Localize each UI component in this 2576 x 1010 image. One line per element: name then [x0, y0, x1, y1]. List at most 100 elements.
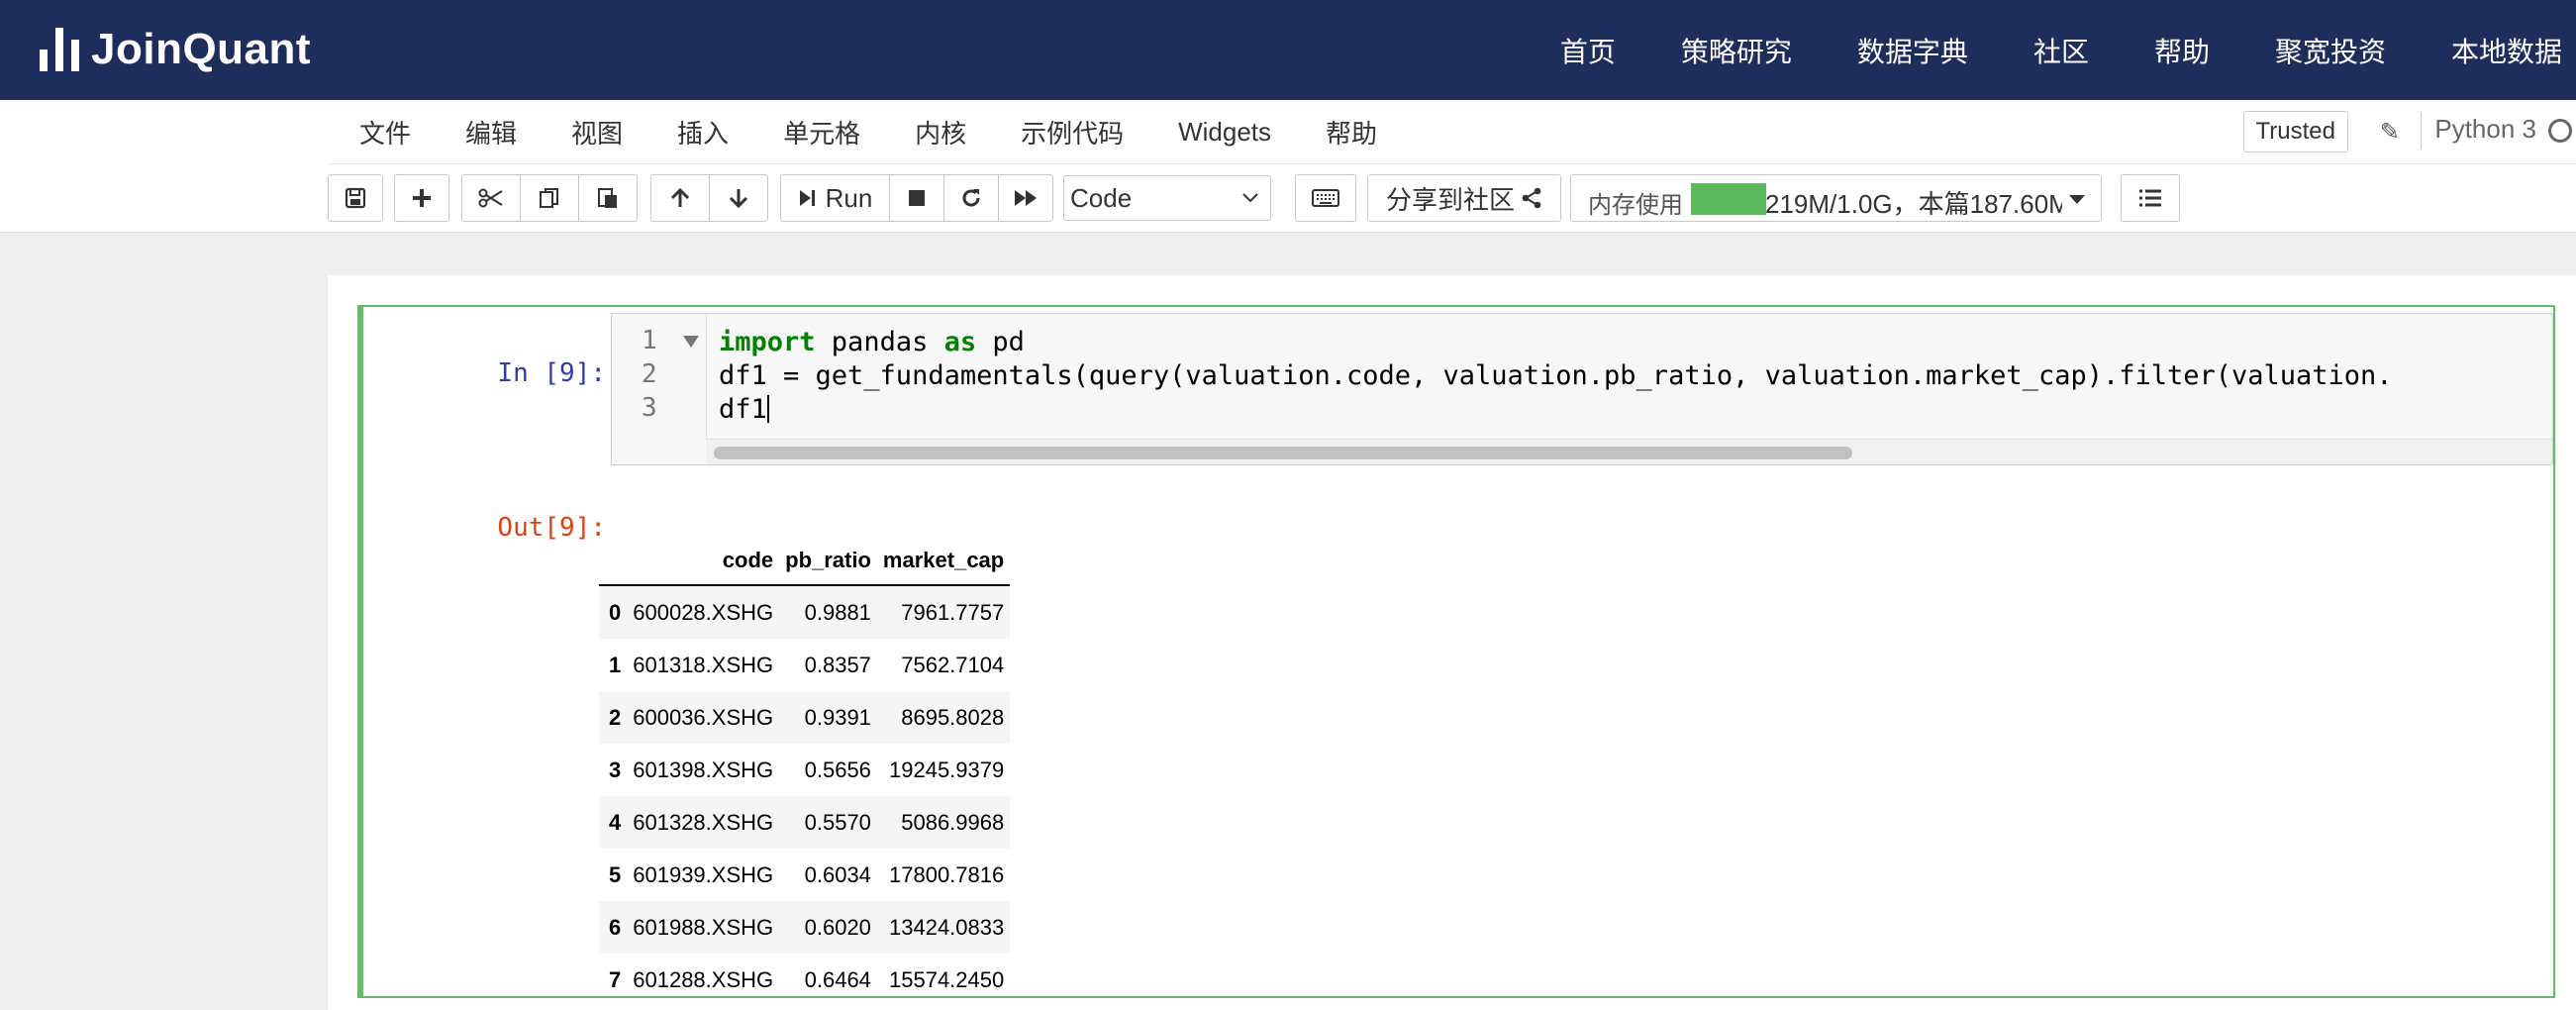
row-index: 0 [609, 599, 622, 625]
row-index: 3 [609, 757, 622, 782]
output-prompt: Out[9]: [497, 513, 606, 543]
share-to-community-button[interactable]: 分享到社区 [1367, 174, 1561, 222]
cell-market-cap: 5086.9968 [901, 809, 1005, 835]
row-index: 2 [609, 704, 622, 730]
arrow-down-icon [729, 189, 748, 209]
cell-market-cap: 17800.7816 [889, 861, 1005, 887]
horizontal-scrollbar[interactable] [706, 439, 2552, 464]
code-keyword: as [943, 327, 977, 357]
edit-pencil-icon[interactable]: ✎ [2380, 118, 2400, 147]
cell-code: 601939.XSHG [633, 861, 774, 887]
copy-icon [540, 188, 558, 208]
cell-pb-ratio: 0.9391 [804, 704, 871, 730]
table-row: 2 600036.XSHG 0.9391 8695.8028 [599, 691, 1011, 744]
table-row: 7 601288.XSHG 0.6464 15574.2450 [599, 954, 1010, 1006]
paste-button[interactable] [578, 174, 638, 222]
menu-row: 文件 编辑 视图 插入 单元格 内核 示例代码 Widgets 帮助 Trust… [330, 100, 2576, 164]
code-text[interactable]: import pandas as pd df1 = get_fundamenta… [719, 326, 2393, 427]
nav-local-data[interactable]: 本地数据 [2451, 31, 2562, 70]
move-up-button[interactable] [650, 174, 710, 222]
notebook-container: In [9]: 1 2 3 import pandas as pd df1 = … [328, 275, 2576, 1010]
cell-pb-ratio: 0.9881 [804, 599, 871, 625]
code-editor[interactable]: 1 2 3 import pandas as pd df1 = get_fund… [611, 313, 2553, 465]
copy-button[interactable] [520, 174, 579, 222]
cell-code: 600028.XSHG [633, 599, 774, 625]
save-button[interactable] [328, 174, 383, 222]
restart-kernel-button[interactable] [943, 174, 999, 222]
memory-usage-dropdown[interactable]: 内存使用 219M/1.0G，本篇187.60M [1570, 174, 2102, 222]
nav-data-dictionary[interactable]: 数据字典 [1857, 31, 1968, 70]
run-button[interactable]: Run [780, 174, 890, 222]
cell-code: 601988.XSHG [633, 914, 774, 940]
stop-icon [909, 190, 925, 206]
nav-help[interactable]: 帮助 [2154, 31, 2210, 70]
menu-kernel[interactable]: 内核 [915, 114, 966, 151]
plus-icon [413, 189, 431, 207]
move-down-button[interactable] [709, 174, 768, 222]
logo-bars-icon [40, 28, 79, 71]
scissors-icon [478, 188, 503, 208]
menu-example-code[interactable]: 示例代码 [1021, 114, 1124, 151]
restart-run-all-button[interactable] [998, 174, 1053, 222]
menu-insert[interactable]: 插入 [677, 114, 729, 151]
row-index: 6 [609, 914, 622, 940]
cell-type-select[interactable]: Code [1063, 175, 1271, 221]
cell-type-value: Code [1070, 182, 1133, 213]
step-forward-icon [799, 190, 815, 206]
nav-joinquant-invest[interactable]: 聚宽投资 [2275, 31, 2386, 70]
code-token: pd [976, 327, 1025, 357]
cell-pb-ratio: 0.6034 [804, 861, 871, 887]
top-header: JoinQuant 首页 策略研究 数据字典 社区 帮助 聚宽投资 本地数据 [0, 0, 2576, 100]
cell-code: 601398.XSHG [633, 757, 774, 782]
column-header-pb-ratio: pb_ratio [779, 537, 877, 586]
row-index: 4 [609, 809, 622, 835]
code-line-2: df1 = get_fundamentals(query(valuation.c… [719, 360, 2393, 391]
menu-help[interactable]: 帮助 [1326, 114, 1377, 151]
line-number: 1 [642, 326, 657, 355]
run-label: Run [825, 182, 873, 213]
kernel-name: Python 3 [2434, 114, 2536, 144]
code-cell[interactable]: In [9]: 1 2 3 import pandas as pd df1 = … [357, 305, 2555, 998]
restart-icon [962, 189, 980, 207]
menu-cell[interactable]: 单元格 [783, 114, 860, 151]
dataframe-table: code pb_ratio market_cap 0 600028.XSHG 0.9… [599, 537, 1011, 1006]
cell-pb-ratio: 0.5570 [804, 809, 871, 835]
nav-home[interactable]: 首页 [1560, 31, 1616, 70]
scrollbar-thumb[interactable] [714, 447, 1852, 459]
table-of-contents-button[interactable] [2121, 174, 2180, 222]
memory-usage-text: 219M/1.0G，本篇187.60M [1765, 189, 2062, 219]
chevron-down-icon [1242, 193, 1258, 203]
top-nav: 首页 策略研究 数据字典 社区 帮助 聚宽投资 本地数据 [1495, 0, 2562, 100]
table-row: 0 600028.XSHG 0.9881 7961.7757 [599, 585, 1011, 639]
cell-code: 601288.XSHG [633, 966, 774, 992]
line-number: 2 [642, 359, 657, 389]
menu-file[interactable]: 文件 [359, 114, 411, 151]
table-row: 3 601398.XSHG 0.5656 19245.9379 [599, 744, 1010, 796]
cut-button[interactable] [461, 174, 521, 222]
nav-community[interactable]: 社区 [2033, 31, 2089, 70]
memory-usage-bar [1691, 183, 1766, 215]
fold-caret-icon[interactable] [683, 336, 699, 348]
keyboard-icon [1312, 189, 1339, 207]
nav-strategy-research[interactable]: 策略研究 [1681, 31, 1792, 70]
input-prompt: In [9]: [497, 358, 606, 388]
interrupt-kernel-button[interactable] [889, 174, 944, 222]
menu-view[interactable]: 视图 [571, 114, 623, 151]
code-token: pandas [815, 327, 944, 357]
trusted-indicator[interactable]: Trusted [2242, 111, 2348, 152]
line-number-gutter: 1 2 3 [612, 314, 707, 464]
insert-cell-button[interactable] [394, 174, 449, 222]
table-row: 5 601939.XSHG 0.6034 17800.7816 [599, 849, 1010, 901]
column-header-market-cap: market_cap [876, 537, 1011, 586]
menu-widgets[interactable]: Widgets [1178, 117, 1271, 148]
table-body: 0 600028.XSHG 0.9881 7961.7757 1 601318.XSHG 0… [599, 585, 1011, 1006]
caret-down-icon [2069, 195, 2085, 204]
code-keyword: import [719, 327, 816, 357]
cell-pb-ratio: 0.6020 [804, 914, 871, 940]
arrow-up-icon [670, 187, 690, 207]
keyboard-shortcuts-button[interactable] [1295, 174, 1356, 222]
menu-edit[interactable]: 编辑 [465, 114, 517, 151]
cell-code: 601328.XSHG [633, 809, 774, 835]
cell-pb-ratio: 0.5656 [804, 757, 871, 782]
joinquant-logo[interactable]: JoinQuant [40, 24, 311, 75]
